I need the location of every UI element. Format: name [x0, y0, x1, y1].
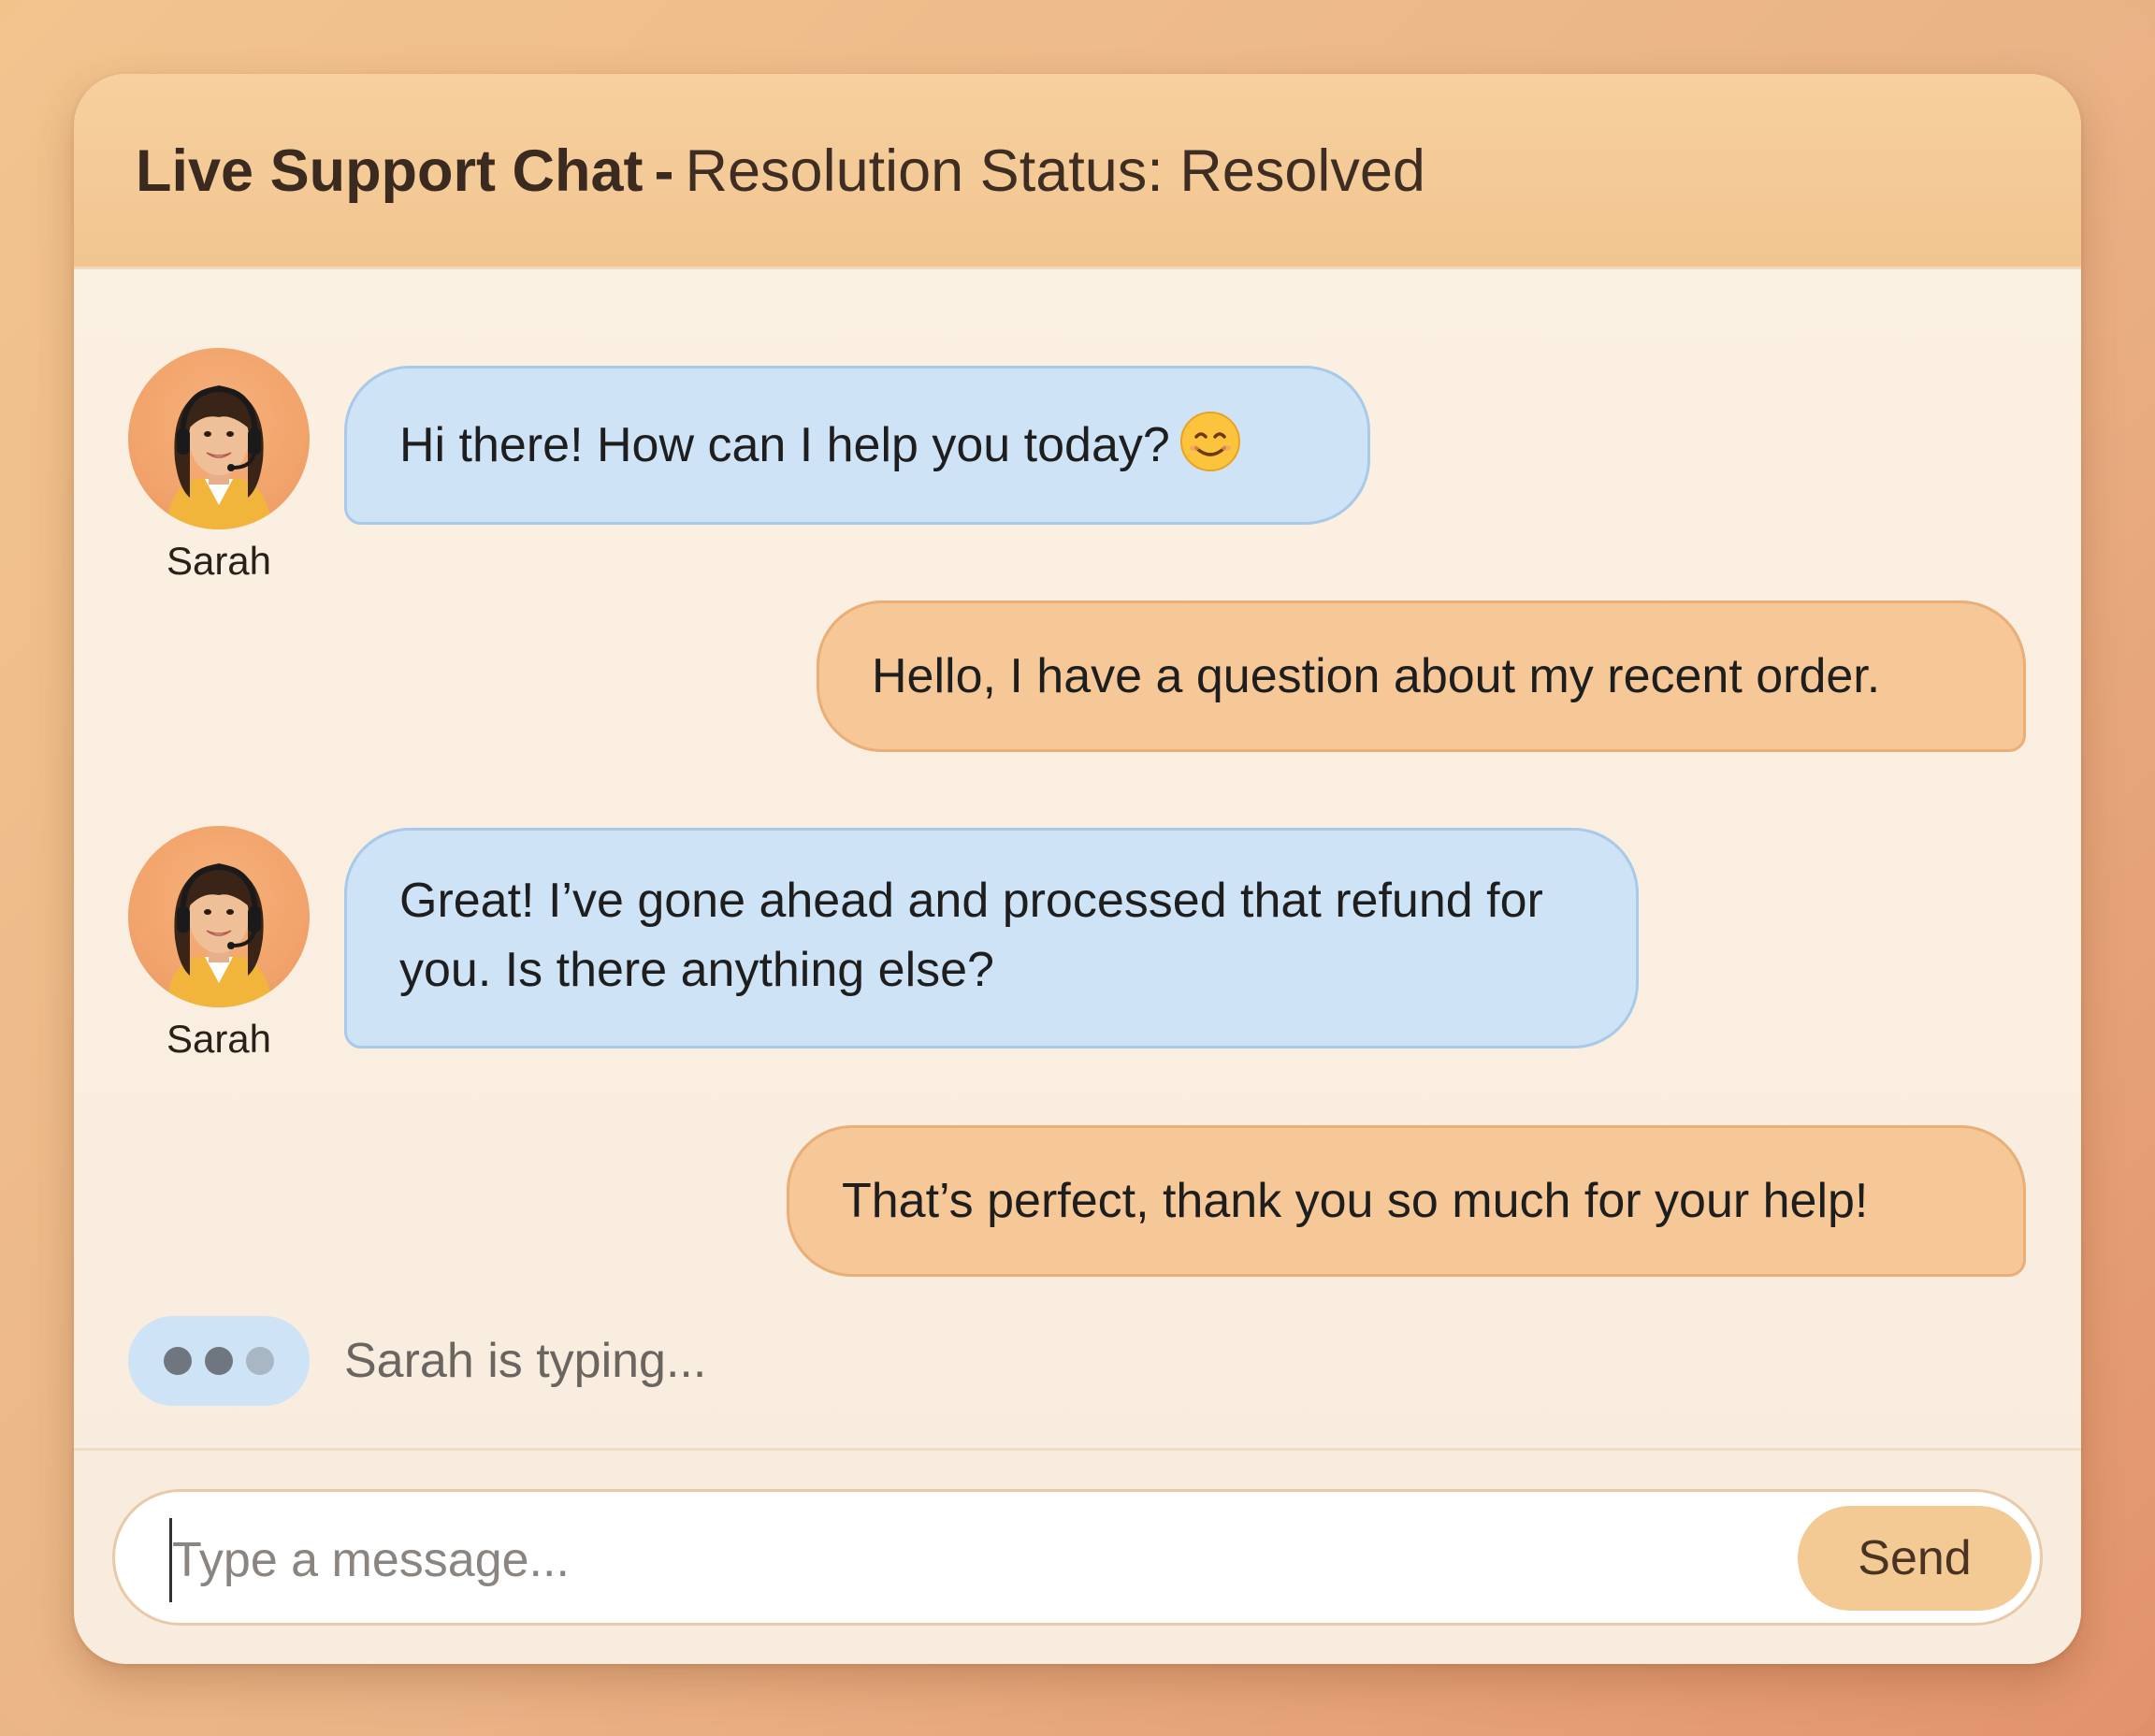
agent-avatar — [128, 348, 310, 529]
composer-divider — [74, 1448, 2081, 1451]
agent-name-label: Sarah — [166, 1017, 272, 1061]
smiling-face-icon — [1179, 412, 1240, 471]
title-separator: - — [654, 138, 674, 204]
message-text: Hello, I have a question about my recent… — [872, 649, 1881, 703]
message-composer — [112, 1489, 2043, 1626]
chat-title: Live Support Chat — [136, 138, 644, 204]
header-title: Live Support Chat - Resolution Status: Res… — [136, 134, 1425, 209]
typing-dot — [205, 1347, 233, 1375]
chat-window: Live Support Chat - Resolution Status: Res… — [74, 74, 2081, 1664]
send-button[interactable]: Send — [1798, 1506, 2032, 1611]
typing-dot — [164, 1347, 192, 1375]
agent-message-bubble: Great! I’ve gone ahead and processed tha… — [344, 828, 1639, 1049]
chat-header: Live Support Chat - Resolution Status: Res… — [74, 74, 2081, 269]
message-text: Great! I’ve gone ahead and processed tha… — [399, 874, 1543, 997]
message-text: That’s perfect, thank you so much for yo… — [842, 1174, 1869, 1228]
typing-dot — [246, 1347, 274, 1375]
message-input[interactable] — [169, 1518, 1764, 1602]
agent-avatar — [128, 826, 310, 1007]
message-text: Hi there! How can I help you today? — [399, 418, 1170, 472]
resolution-status: Resolution Status: Resolved — [685, 138, 1425, 204]
agent-name-label: Sarah — [166, 539, 272, 583]
agent-message-bubble: Hi there! How can I help you today? — [344, 366, 1370, 525]
typing-indicator — [128, 1316, 310, 1406]
user-message-bubble: That’s perfect, thank you so much for yo… — [787, 1125, 2026, 1277]
user-message-bubble: Hello, I have a question about my recent… — [817, 600, 2026, 752]
typing-status: Sarah is typing... — [344, 1334, 707, 1388]
